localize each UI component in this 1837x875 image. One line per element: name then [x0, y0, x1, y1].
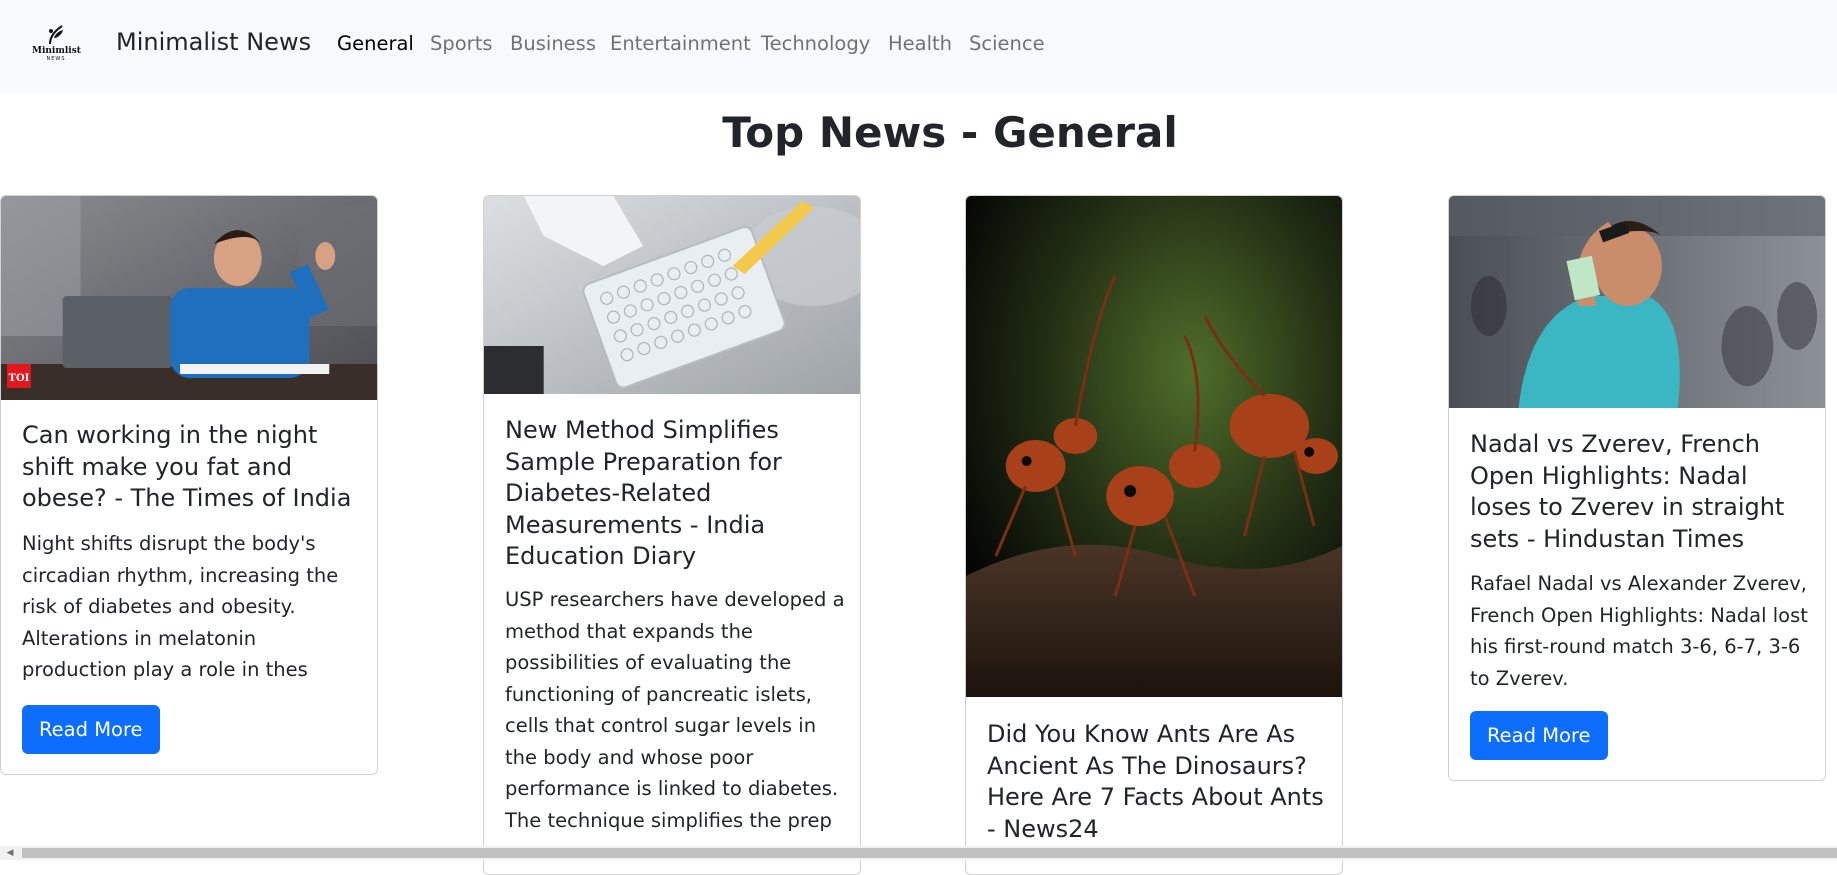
news-image[interactable] [966, 196, 1342, 697]
news-title[interactable]: Did You Know Ants Are As Ancient As The … [987, 719, 1327, 845]
read-more-button[interactable]: Read More [22, 705, 160, 754]
brand-name[interactable]: Minimalist News [116, 28, 311, 56]
nav-health[interactable]: Health [888, 32, 952, 55]
toi-badge: TOI [9, 373, 30, 384]
nav-science[interactable]: Science [969, 32, 1045, 55]
nav-technology[interactable]: Technology [761, 32, 870, 55]
news-description: USP researchers have developed a method … [505, 588, 845, 832]
news-card: Nadal vs Zverev, French Open Highlights:… [1448, 195, 1826, 781]
ants-photo [966, 196, 1342, 697]
logo-subtext: NEWS [46, 56, 66, 62]
nav-business[interactable]: Business [510, 32, 596, 55]
news-card: New Method Simplifies Sample Preparation… [483, 195, 861, 875]
news-description: Night shifts disrupt the body's circadia… [22, 532, 339, 681]
page-title: Top News - General [722, 108, 1178, 157]
nav-sports[interactable]: Sports [430, 32, 493, 55]
navbar: Minimlist NEWS Minimalist News General S… [0, 0, 1837, 93]
night-shift-photo: TOI [1, 196, 377, 400]
nav-general[interactable]: General [337, 32, 414, 55]
news-image[interactable] [484, 196, 860, 394]
logo[interactable]: Minimlist NEWS [32, 24, 81, 66]
horizontal-scrollbar[interactable]: ◀ [0, 846, 1837, 860]
read-more-button[interactable]: Read More [1470, 711, 1608, 760]
news-image[interactable] [1449, 196, 1825, 408]
news-title[interactable]: New Method Simplifies Sample Preparation… [505, 415, 845, 573]
nav-entertainment[interactable]: Entertainment [610, 32, 751, 55]
news-description: Rafael Nadal vs Alexander Zverev, French… [1470, 572, 1808, 690]
lab-plate-photo [484, 196, 860, 394]
logo-leaf-icon [49, 25, 63, 45]
tennis-player-photo [1449, 196, 1825, 408]
news-card: Did You Know Ants Are As Ancient As The … [965, 195, 1343, 875]
logo-text: Minimlist [32, 46, 81, 56]
news-title[interactable]: Nadal vs Zverev, French Open Highlights:… [1470, 429, 1810, 555]
scrollbar-thumb[interactable] [22, 848, 1837, 858]
news-image[interactable]: TOI [1, 196, 377, 400]
news-card: TOI Can working in the night shift make … [0, 195, 378, 775]
triangle-left-icon[interactable]: ◀ [0, 846, 20, 860]
news-title[interactable]: Can working in the night shift make you … [22, 420, 362, 515]
